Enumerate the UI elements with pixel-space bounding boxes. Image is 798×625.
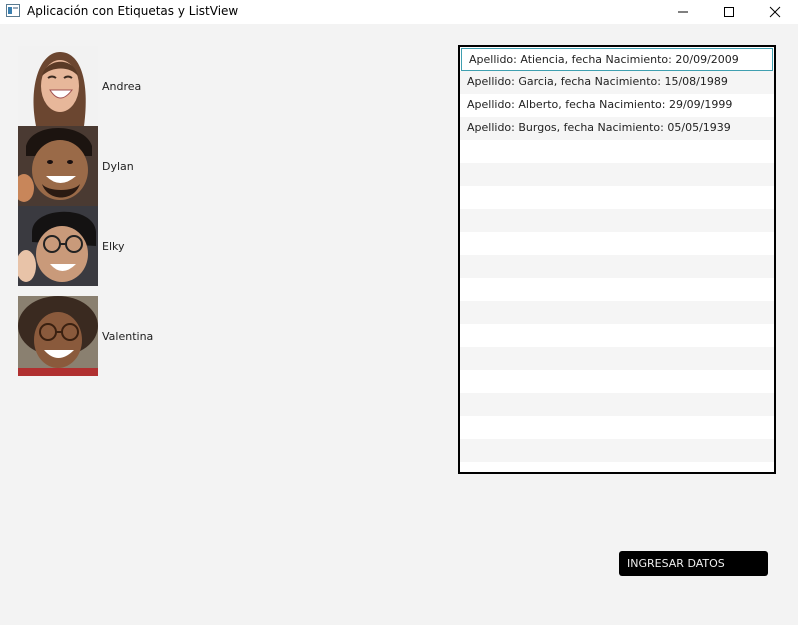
person-entry: Andrea — [18, 46, 218, 126]
title-bar: Aplicación con Etiquetas y ListView — [0, 0, 798, 24]
records-listview[interactable]: Apellido: Atiencia, fecha Nacimiento: 20… — [458, 45, 776, 474]
close-button[interactable] — [752, 0, 798, 24]
list-item[interactable]: Apellido: Alberto, fecha Nacimiento: 29/… — [460, 94, 774, 117]
empty-row — [460, 186, 774, 209]
person-entry: Dylan — [18, 126, 218, 206]
empty-row — [460, 347, 774, 370]
person-entry: Valentina — [18, 296, 218, 376]
person-entry: Elky — [18, 206, 218, 286]
minimize-icon — [678, 11, 688, 13]
app-icon — [6, 4, 20, 17]
person-photo — [18, 206, 98, 286]
empty-row — [460, 209, 774, 232]
close-icon — [769, 6, 781, 18]
empty-row — [460, 232, 774, 255]
person-name: Dylan — [102, 160, 134, 173]
person-photo — [18, 126, 98, 206]
person-name: Valentina — [102, 330, 154, 343]
person-photo — [18, 296, 98, 376]
empty-row — [460, 416, 774, 439]
empty-row — [460, 255, 774, 278]
empty-row — [460, 301, 774, 324]
window-title: Aplicación con Etiquetas y ListView — [27, 4, 239, 18]
person-name: Andrea — [102, 80, 142, 93]
list-item-text: Apellido: Alberto, fecha Nacimiento: 29/… — [467, 98, 733, 111]
person-name: Elky — [102, 240, 125, 253]
minimize-button[interactable] — [660, 0, 706, 24]
empty-row — [460, 140, 774, 163]
maximize-icon — [724, 7, 734, 17]
maximize-button[interactable] — [706, 0, 752, 24]
ingresar-datos-button[interactable]: INGRESAR DATOS — [619, 551, 768, 576]
empty-row — [460, 439, 774, 462]
list-item[interactable]: Apellido: Garcia, fecha Nacimiento: 15/0… — [460, 71, 774, 94]
list-item-text: Apellido: Burgos, fecha Nacimiento: 05/0… — [467, 121, 731, 134]
person-photo — [18, 46, 98, 126]
empty-row — [460, 163, 774, 186]
empty-row — [460, 278, 774, 301]
empty-row — [460, 393, 774, 416]
list-item[interactable]: Apellido: Burgos, fecha Nacimiento: 05/0… — [460, 117, 774, 140]
list-item[interactable]: Apellido: Atiencia, fecha Nacimiento: 20… — [461, 48, 773, 71]
empty-row — [460, 370, 774, 393]
list-item-text: Apellido: Garcia, fecha Nacimiento: 15/0… — [467, 75, 728, 88]
list-item-text: Apellido: Atiencia, fecha Nacimiento: 20… — [469, 53, 739, 66]
empty-row — [460, 324, 774, 347]
